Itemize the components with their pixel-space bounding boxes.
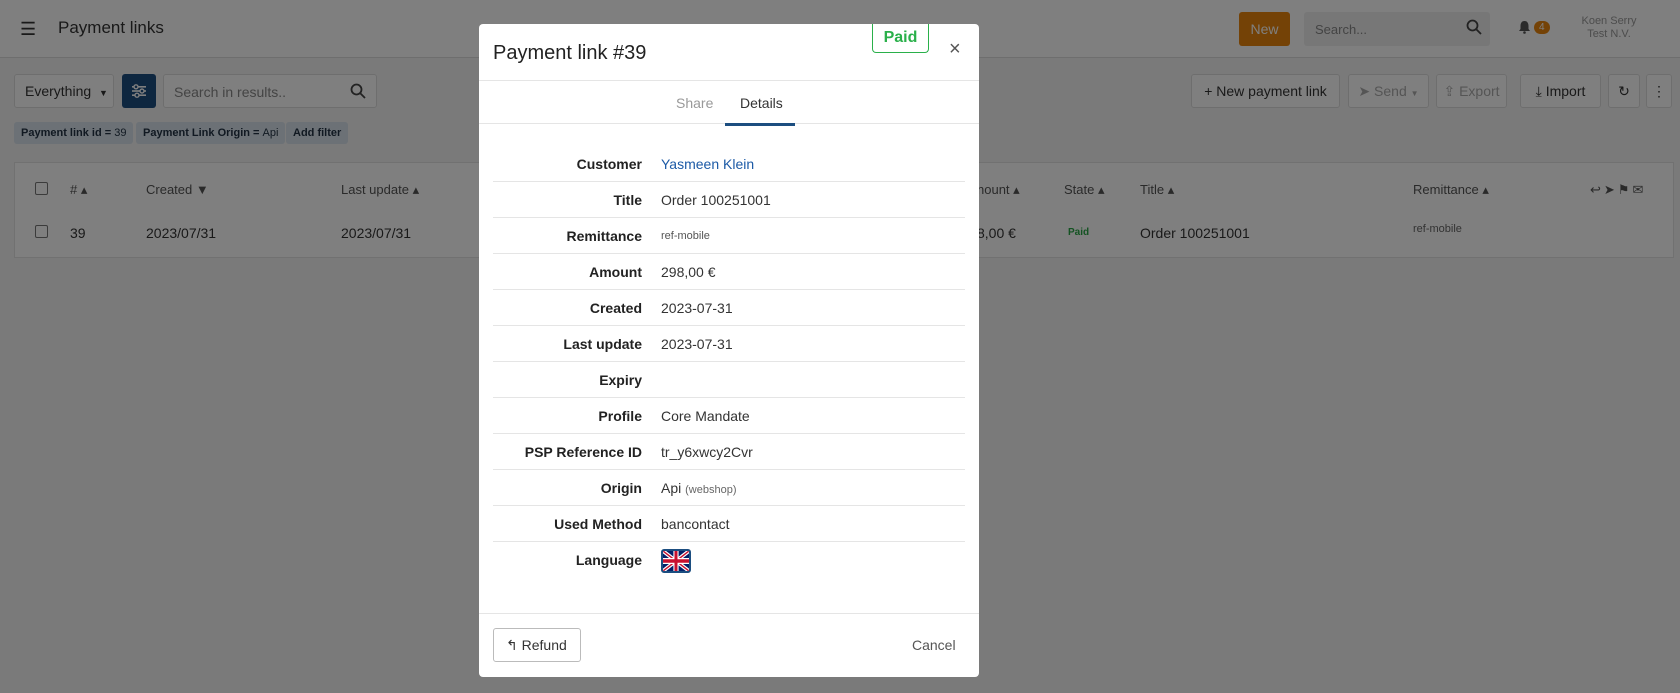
origin-value: Api bbox=[661, 480, 682, 496]
detail-value: Core Mandate bbox=[661, 408, 750, 424]
origin-subvalue: (webshop) bbox=[685, 484, 737, 496]
detail-value: bancontact bbox=[661, 516, 730, 532]
detail-value: 2023-07-31 bbox=[661, 336, 733, 352]
detail-row-last-update: Last update 2023-07-31 bbox=[493, 326, 965, 362]
detail-label: Amount bbox=[589, 264, 642, 280]
detail-row-used-method: Used Method bancontact bbox=[493, 506, 965, 542]
detail-row-profile: Profile Core Mandate bbox=[493, 398, 965, 434]
detail-row-customer: Customer Yasmeen Klein bbox=[493, 146, 965, 182]
detail-row-expiry: Expiry bbox=[493, 362, 965, 398]
detail-value: ref-mobile bbox=[661, 230, 710, 242]
detail-label: Created bbox=[589, 300, 642, 316]
detail-value: 2023-07-31 bbox=[661, 300, 733, 316]
tab-share[interactable]: Share bbox=[676, 95, 713, 111]
detail-value: tr_y6xwcy2Cvr bbox=[661, 444, 753, 460]
refund-label: Refund bbox=[521, 637, 567, 653]
close-icon[interactable]: × bbox=[949, 38, 961, 61]
detail-label: Origin bbox=[600, 480, 642, 496]
detail-label: Last update bbox=[563, 336, 642, 352]
modal-title: Payment link #39 bbox=[493, 42, 647, 64]
status-stamp: Paid bbox=[872, 24, 929, 53]
detail-label: Title bbox=[613, 192, 642, 208]
active-tab-indicator bbox=[725, 123, 795, 126]
detail-label: Used Method bbox=[554, 516, 642, 532]
customer-link[interactable]: Yasmeen Klein bbox=[661, 156, 754, 172]
tab-details[interactable]: Details bbox=[740, 95, 783, 111]
cancel-button[interactable]: Cancel bbox=[912, 637, 956, 653]
detail-value: Order 100251001 bbox=[661, 192, 771, 208]
detail-value: Api (webshop) bbox=[661, 480, 736, 496]
detail-label: Expiry bbox=[599, 372, 642, 388]
reply-arrow-icon: ↰ bbox=[506, 637, 518, 653]
refund-button[interactable]: ↰ Refund bbox=[493, 628, 581, 662]
detail-row-psp-reference: PSP Reference ID tr_y6xwcy2Cvr bbox=[493, 434, 965, 470]
detail-label: Language bbox=[575, 552, 642, 568]
modal-tabs: Share Details bbox=[479, 80, 979, 126]
detail-row-origin: Origin Api (webshop) bbox=[493, 470, 965, 506]
detail-row-amount: Amount 298,00 € bbox=[493, 254, 965, 290]
detail-label: Remittance bbox=[566, 228, 642, 244]
detail-row-created: Created 2023-07-31 bbox=[493, 290, 965, 326]
detail-row-remittance: Remittance ref-mobile bbox=[493, 218, 965, 254]
detail-label: Profile bbox=[598, 408, 642, 424]
detail-label: Customer bbox=[576, 156, 642, 172]
detail-row-language: Language bbox=[493, 542, 965, 578]
detail-value: 298,00 € bbox=[661, 264, 716, 280]
detail-row-title: Title Order 100251001 bbox=[493, 182, 965, 218]
payment-link-modal: Payment link #39 Paid × Share Details Cu… bbox=[479, 24, 979, 677]
uk-flag-icon bbox=[661, 549, 691, 573]
modal-footer: ↰ Refund Cancel bbox=[479, 613, 979, 677]
detail-label: PSP Reference ID bbox=[524, 444, 642, 460]
